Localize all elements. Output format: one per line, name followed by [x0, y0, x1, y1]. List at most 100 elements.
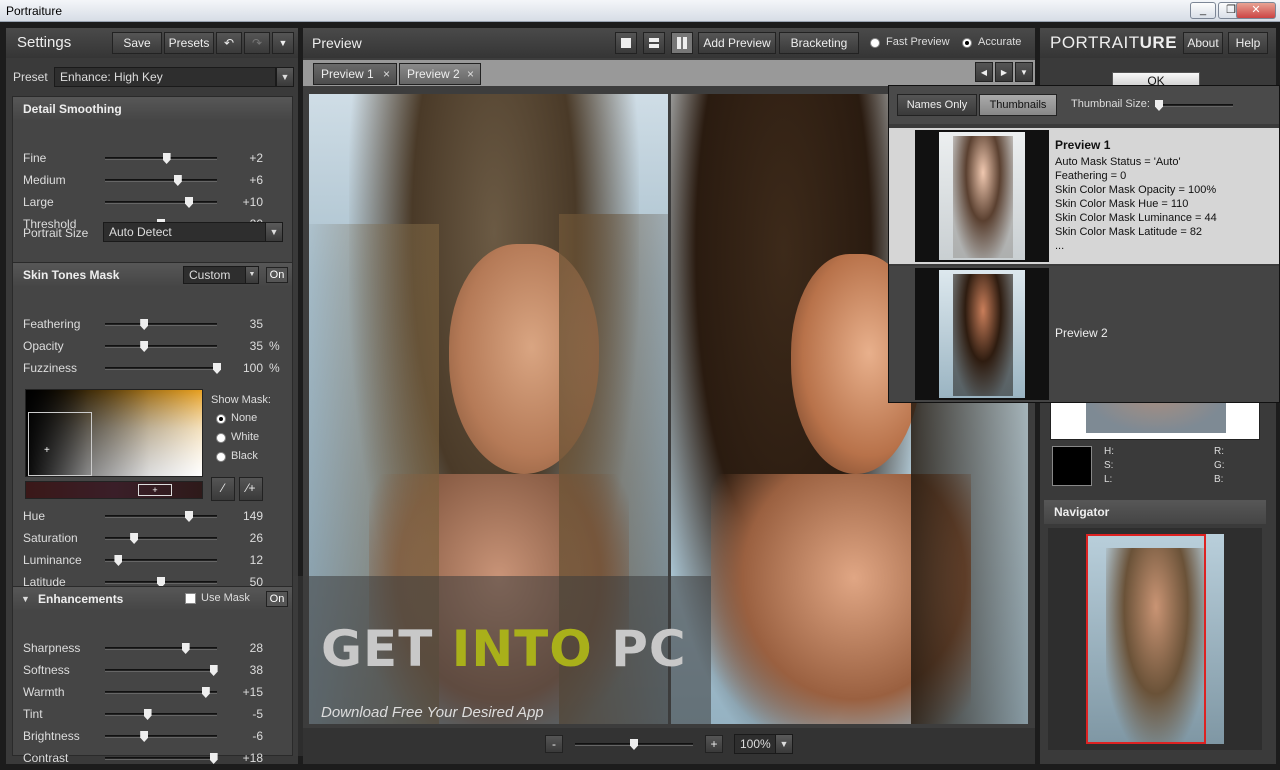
close-button[interactable]: ✕ [1236, 2, 1276, 19]
hue-value: 149 [242, 509, 263, 523]
app-root: Settings Save Presets ↶ ↷ ▼ Preset Enhan… [0, 22, 1280, 770]
contrast-slider[interactable] [105, 753, 218, 764]
skin-mode-chevron-icon[interactable]: ▼ [245, 266, 259, 284]
skin-mask-on-toggle[interactable]: On [266, 267, 288, 283]
tab-scroll-left-icon[interactable]: ◀ [975, 62, 993, 82]
sharpness-slider-thumb[interactable] [181, 643, 190, 654]
tint-slider-thumb[interactable] [143, 709, 152, 720]
saturation-slider[interactable] [105, 533, 217, 544]
skin-color-field[interactable]: + [25, 389, 203, 477]
accurate-radio[interactable] [962, 38, 972, 48]
use-mask-checkbox[interactable] [185, 593, 196, 604]
portrait-size-label: Portrait Size [23, 226, 89, 240]
warmth-slider-thumb[interactable] [201, 687, 210, 698]
add-preview-button[interactable]: Add Preview [698, 32, 776, 54]
thumbnail-item-preview-2[interactable]: Preview 2 [889, 266, 1279, 402]
fine-slider[interactable] [105, 153, 217, 164]
feathering-slider[interactable] [105, 319, 217, 330]
saturation-slider-thumb[interactable] [130, 533, 139, 544]
preset-select[interactable]: Enhance: High Key [54, 67, 276, 87]
bracketing-button[interactable]: Bracketing [779, 32, 859, 54]
mask-white-label: White [231, 431, 260, 443]
split-vertical-icon[interactable] [671, 32, 693, 54]
thumbnail-size-slider[interactable] [1155, 100, 1233, 111]
zoom-in-button[interactable]: + [705, 735, 723, 753]
mask-none-radio[interactable] [216, 414, 226, 424]
brightness-value: -6 [252, 729, 263, 743]
preset-dropdown-chevron-icon[interactable]: ▼ [276, 67, 294, 87]
zoom-out-button[interactable]: - [545, 735, 563, 753]
opacity-slider[interactable] [105, 341, 217, 352]
fuzziness-slider[interactable] [105, 363, 221, 374]
medium-slider[interactable] [105, 175, 217, 186]
tint-slider[interactable] [105, 709, 217, 720]
save-button[interactable]: Save [112, 32, 162, 54]
luminance-slider[interactable] [105, 555, 217, 566]
thumbnail-item-preview-1[interactable]: Preview 1 Auto Mask Status = 'Auto' Feat… [889, 128, 1279, 264]
large-slider-thumb[interactable] [185, 197, 193, 208]
window-title: Portraiture [6, 4, 63, 18]
thumbnail-frame [915, 130, 1049, 262]
softness-slider[interactable] [105, 665, 218, 676]
enhancements-on-toggle[interactable]: On [266, 591, 288, 607]
tab-list-chevron-icon[interactable]: ▼ [1015, 62, 1033, 82]
eyedropper-icon[interactable]: ⁄ [211, 477, 235, 501]
opacity-slider-thumb[interactable] [140, 341, 149, 352]
softness-slider-thumb[interactable] [209, 665, 218, 676]
mask-black-radio[interactable] [216, 452, 226, 462]
hue-strip[interactable]: + [25, 481, 203, 499]
tab-preview-1[interactable]: Preview 1 × [313, 63, 397, 85]
watermark-title: GET INTO PC [321, 620, 687, 678]
tab-preview-1-close-icon[interactable]: × [383, 64, 390, 84]
presets-button[interactable]: Presets [164, 32, 214, 54]
sharpness-slider[interactable] [105, 643, 217, 654]
luminance-slider-thumb[interactable] [114, 555, 123, 566]
fine-slider-thumb[interactable] [162, 153, 171, 164]
tab-preview-1-label: Preview 1 [321, 67, 374, 81]
zoom-slider[interactable] [575, 739, 693, 750]
latitude-slider[interactable] [105, 577, 217, 588]
tab-scroll-right-icon[interactable]: ▶ [995, 62, 1013, 82]
split-horizontal-icon[interactable] [643, 32, 665, 54]
tab-preview-2-close-icon[interactable]: × [467, 64, 474, 84]
warmth-slider[interactable] [105, 687, 217, 698]
accurate-label: Accurate [978, 36, 1022, 48]
feathering-slider-thumb[interactable] [140, 319, 149, 330]
zoom-value[interactable]: 100% [734, 734, 776, 754]
navigator-viewport-rect[interactable] [1086, 534, 1206, 744]
brightness-slider[interactable] [105, 731, 217, 742]
names-only-button[interactable]: Names Only [897, 94, 977, 116]
skin-mode-select[interactable]: Custom [183, 266, 247, 284]
minimize-button[interactable]: _ [1190, 2, 1216, 19]
eyedropper-add-icon[interactable]: ⁄+ [239, 477, 263, 501]
brightness-slider-thumb[interactable] [140, 731, 149, 742]
saturation-value: 26 [249, 531, 263, 545]
enhancements-section: Enhancements ▼ Use Mask On Sharpness 28 So… [12, 586, 293, 765]
enhancements-title: Enhancements [13, 587, 292, 611]
hue-slider[interactable] [105, 511, 217, 522]
hue-strip-marker[interactable]: + [138, 484, 172, 496]
zoom-chevron-icon[interactable]: ▼ [775, 734, 793, 754]
undo-icon[interactable]: ↶ [216, 32, 242, 54]
fuzziness-slider-thumb[interactable] [213, 363, 221, 374]
portrait-size-chevron-icon[interactable]: ▼ [265, 222, 283, 242]
help-button[interactable]: Help [1228, 32, 1268, 54]
zoom-slider-thumb[interactable] [630, 739, 638, 750]
tab-preview-2[interactable]: Preview 2 × [399, 63, 481, 85]
navigator-view[interactable] [1048, 528, 1262, 750]
skin-color-selection-box[interactable] [28, 412, 92, 476]
single-view-icon[interactable] [615, 32, 637, 54]
portrait-size-select[interactable]: Auto Detect [103, 222, 267, 242]
thumbnail-size-thumb[interactable] [1155, 100, 1163, 111]
hue-slider-thumb[interactable] [185, 511, 193, 522]
fast-preview-radio[interactable] [870, 38, 880, 48]
redo-icon[interactable]: ↷ [244, 32, 270, 54]
enhancements-collapse-icon[interactable]: ▼ [21, 594, 30, 604]
thumbnails-button[interactable]: Thumbnails [979, 94, 1057, 116]
mask-white-radio[interactable] [216, 433, 226, 443]
medium-slider-thumb[interactable] [173, 175, 182, 186]
large-slider[interactable] [105, 197, 217, 208]
settings-menu-chevron-icon[interactable]: ▼ [272, 32, 294, 54]
about-button[interactable]: About [1183, 32, 1223, 54]
luminance-value: 12 [249, 553, 263, 567]
